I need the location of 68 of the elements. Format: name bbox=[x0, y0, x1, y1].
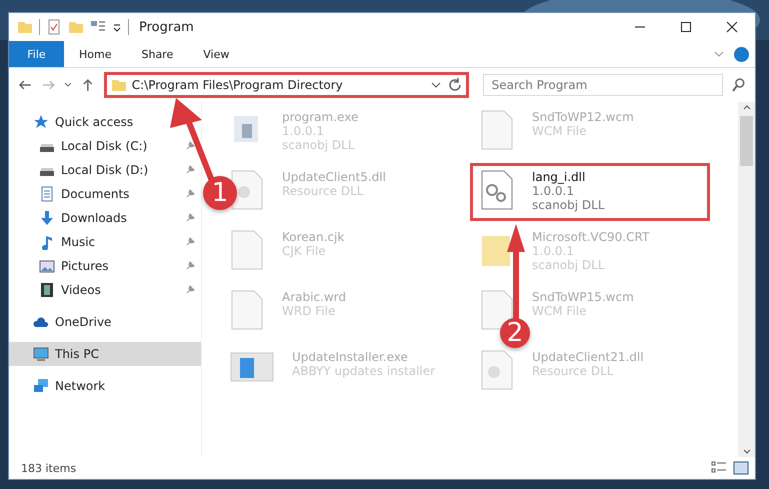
nav-label: OneDrive bbox=[55, 315, 112, 329]
search-field[interactable]: Search Program bbox=[482, 74, 724, 96]
nav-label: Music bbox=[61, 235, 96, 249]
nav-item[interactable]: Pictures bbox=[9, 254, 201, 278]
download-icon bbox=[39, 210, 55, 226]
dropdown-icon bbox=[430, 82, 441, 88]
search-icon bbox=[731, 77, 747, 93]
scrollbar[interactable] bbox=[738, 102, 755, 457]
pin-icon[interactable] bbox=[185, 189, 195, 199]
folder-icon bbox=[17, 19, 33, 35]
item-count: 183 items bbox=[21, 462, 78, 474]
nav-item[interactable]: Quick access bbox=[9, 110, 201, 134]
close-icon bbox=[726, 21, 738, 33]
address-path: C:\Program Files\Program Directory bbox=[132, 78, 344, 92]
nav-label: Network bbox=[55, 379, 106, 393]
file-name[interactable]: lang_i.dll bbox=[532, 170, 605, 184]
nav-label: Local Disk (D:) bbox=[61, 163, 150, 177]
address-bar[interactable]: C:\Program Files\Program Directory bbox=[104, 72, 469, 98]
nav-item[interactable]: Local Disk (D:) bbox=[9, 158, 201, 182]
star-icon bbox=[33, 114, 49, 130]
film-icon bbox=[39, 282, 55, 298]
file-detail: 1.0.0.1 bbox=[532, 184, 575, 198]
minimize-icon bbox=[634, 26, 646, 28]
folder-icon bbox=[68, 19, 84, 35]
nav-item[interactable]: Music bbox=[9, 230, 201, 254]
music-icon bbox=[39, 234, 55, 250]
pin-icon[interactable] bbox=[185, 237, 195, 247]
nav-label: Local Disk (C:) bbox=[61, 139, 148, 153]
file-icon bbox=[230, 230, 264, 272]
file-icon bbox=[480, 350, 514, 392]
pictures-icon bbox=[39, 258, 55, 274]
ribbon-tab[interactable]: View bbox=[188, 41, 244, 67]
pin-icon[interactable] bbox=[185, 261, 195, 271]
nav-item[interactable]: This PC bbox=[9, 342, 201, 366]
installer-icon bbox=[230, 350, 274, 384]
file-icon bbox=[230, 290, 264, 332]
scroll-thumb[interactable] bbox=[740, 116, 753, 166]
file-detail: scanobj DLL bbox=[532, 198, 605, 212]
properties-icon bbox=[46, 19, 62, 35]
window-title: Program bbox=[139, 20, 194, 34]
folder-icon bbox=[110, 77, 127, 93]
nav-label: Videos bbox=[61, 283, 102, 297]
nav-item[interactable]: Videos bbox=[9, 278, 201, 302]
pin-icon[interactable] bbox=[185, 285, 195, 295]
maximize-icon bbox=[680, 21, 692, 33]
nav-item[interactable]: Documents bbox=[9, 182, 201, 206]
ribbon-tab[interactable]: Share bbox=[126, 41, 188, 67]
gear-file-icon bbox=[480, 170, 514, 212]
nav-label: Downloads bbox=[61, 211, 128, 225]
nav-label: Documents bbox=[61, 187, 130, 201]
network-icon bbox=[33, 378, 49, 394]
nav-label: Quick access bbox=[55, 115, 134, 129]
pin-icon[interactable] bbox=[185, 165, 195, 175]
nav-item[interactable]: Downloads bbox=[9, 206, 201, 230]
nav-label: This PC bbox=[55, 347, 100, 361]
pin-icon[interactable] bbox=[185, 141, 195, 151]
file-icon bbox=[480, 110, 514, 152]
file-icon bbox=[230, 170, 264, 212]
nav-label: Pictures bbox=[61, 259, 110, 273]
monitor-icon bbox=[33, 346, 49, 362]
document-icon bbox=[39, 186, 55, 202]
ribbon-tab[interactable]: File bbox=[9, 41, 64, 67]
nav-item[interactable]: OneDrive bbox=[9, 310, 201, 334]
ribbon-tab[interactable]: Home bbox=[64, 41, 126, 67]
pin-icon[interactable] bbox=[185, 213, 195, 223]
nav-item[interactable]: Local Disk (C:) bbox=[9, 134, 201, 158]
thumbnail-view-icon bbox=[733, 460, 749, 476]
nav-item[interactable]: Network bbox=[9, 374, 201, 398]
